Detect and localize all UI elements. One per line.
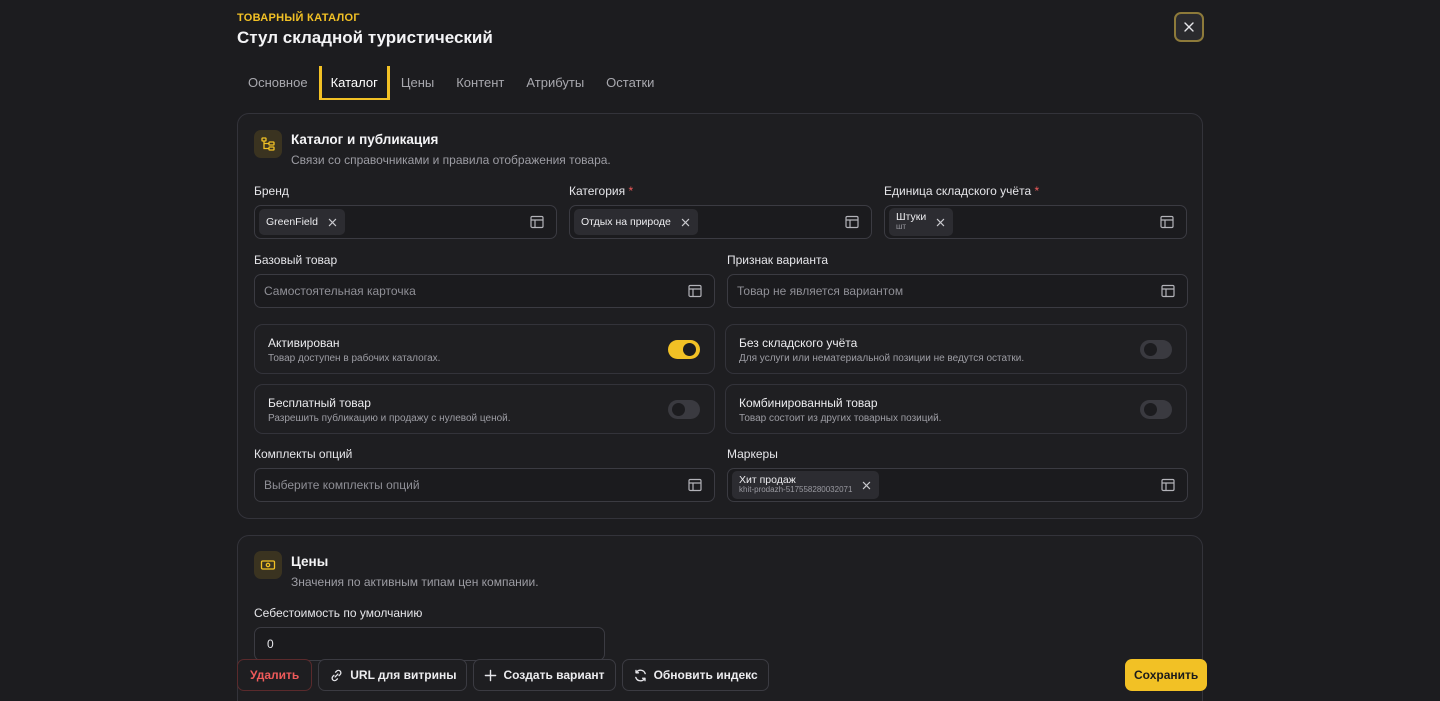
category-label: Категория * bbox=[569, 184, 634, 198]
toggle-title: Активирован bbox=[268, 336, 340, 350]
save-button[interactable]: Сохранить bbox=[1125, 659, 1208, 691]
remove-chip-icon[interactable] bbox=[681, 218, 690, 227]
lookup-table-icon[interactable] bbox=[845, 215, 859, 229]
unit-chip-code: шт bbox=[896, 222, 907, 232]
close-button[interactable] bbox=[1174, 12, 1204, 42]
category-chip: Отдых на природе bbox=[574, 209, 698, 235]
prices-card-subtitle: Значения по активным типам цен компании. bbox=[291, 575, 539, 589]
toggle-description: Товар доступен в рабочих каталогах. bbox=[268, 353, 441, 364]
close-icon bbox=[1184, 22, 1194, 32]
marker-chip-code: khit-prodazh-517558280032071 bbox=[739, 485, 853, 495]
plus-icon bbox=[485, 669, 497, 681]
lookup-table-icon[interactable] bbox=[1160, 215, 1174, 229]
cost-input[interactable]: 0 bbox=[254, 627, 605, 661]
no-stock-switch[interactable] bbox=[1140, 340, 1172, 359]
tab-content[interactable]: Контент bbox=[445, 66, 515, 100]
delete-label: Удалить bbox=[250, 668, 300, 682]
brand-chip: GreenField bbox=[259, 209, 345, 235]
toggle-title: Без складского учёта bbox=[739, 336, 858, 350]
prices-card-title: Цены bbox=[291, 554, 329, 569]
markers-field[interactable]: Хит продаж khit-prodazh-517558280032071 bbox=[727, 468, 1188, 502]
switch-knob bbox=[672, 403, 685, 416]
toggle-description: Товар состоит из других товарных позиций… bbox=[739, 413, 942, 424]
variant-flag-placeholder: Товар не является вариантом bbox=[737, 284, 904, 298]
create-variant-button[interactable]: Создать вариант bbox=[473, 659, 616, 691]
brand-label: Бренд bbox=[254, 184, 289, 198]
markers-label: Маркеры bbox=[727, 447, 778, 461]
toggle-description: Для услуги или нематериальной позиции не… bbox=[739, 353, 1025, 364]
variant-flag-field[interactable]: Товар не является вариантом bbox=[727, 274, 1188, 308]
remove-chip-icon[interactable] bbox=[936, 218, 945, 227]
reindex-label: Обновить индекс bbox=[653, 668, 758, 682]
lookup-table-icon[interactable] bbox=[1161, 478, 1175, 492]
toggle-card-free: Бесплатный товар Разрешить публикацию и … bbox=[254, 384, 715, 434]
toggle-card-combo: Комбинированный товар Товар состоит из д… bbox=[725, 384, 1187, 434]
brand-chip-label: GreenField bbox=[266, 216, 318, 228]
remove-chip-icon[interactable] bbox=[862, 481, 871, 490]
switch-knob bbox=[1144, 343, 1157, 356]
toggle-title: Бесплатный товар bbox=[268, 396, 371, 410]
banknote-icon bbox=[260, 560, 276, 570]
base-product-placeholder: Самостоятельная карточка bbox=[264, 284, 416, 298]
toggle-description: Разрешить публикацию и продажу с нулевой… bbox=[268, 413, 511, 424]
tab-bar: Основное Каталог Цены Контент Атрибуты О… bbox=[237, 66, 665, 100]
page-eyebrow: ТОВАРНЫЙ КАТАЛОГ bbox=[237, 12, 360, 24]
category-field[interactable]: Отдых на природе bbox=[569, 205, 872, 239]
unit-label: Единица складского учёта * bbox=[884, 184, 1040, 198]
tab-catalog[interactable]: Каталог bbox=[318, 66, 390, 100]
catalog-card-title: Каталог и публикация bbox=[291, 132, 439, 147]
marker-chip: Хит продаж khit-prodazh-517558280032071 bbox=[732, 471, 880, 499]
tab-main[interactable]: Основное bbox=[237, 66, 319, 100]
option-sets-field[interactable]: Выберите комплекты опций bbox=[254, 468, 715, 502]
free-switch[interactable] bbox=[668, 400, 700, 419]
remove-chip-icon[interactable] bbox=[328, 218, 337, 227]
tree-structure-icon bbox=[261, 137, 275, 151]
refresh-icon bbox=[634, 669, 646, 681]
toggle-card-no-stock: Без складского учёта Для услуги или нема… bbox=[725, 324, 1187, 374]
tab-prices[interactable]: Цены bbox=[390, 66, 445, 100]
save-label: Сохранить bbox=[1134, 668, 1199, 682]
delete-button[interactable]: Удалить bbox=[237, 659, 313, 691]
active-switch[interactable] bbox=[668, 340, 700, 359]
option-sets-label: Комплекты опций bbox=[254, 447, 353, 461]
prices-section-icon bbox=[254, 551, 282, 579]
reindex-button[interactable]: Обновить индекс bbox=[621, 659, 769, 691]
action-bar: Удалить URL для витрины Создать вариант … bbox=[237, 659, 769, 691]
lookup-table-icon[interactable] bbox=[530, 215, 544, 229]
catalog-section-icon bbox=[254, 130, 282, 158]
switch-knob bbox=[683, 343, 696, 356]
create-variant-label: Создать вариант bbox=[503, 668, 605, 682]
toggle-title: Комбинированный товар bbox=[739, 396, 878, 410]
page-title: Стул складной туристический bbox=[237, 28, 493, 47]
catalog-card: Каталог и публикация Связи со справочник… bbox=[237, 113, 1203, 519]
catalog-card-subtitle: Связи со справочниками и правила отображ… bbox=[291, 153, 611, 167]
toggle-card-active: Активирован Товар доступен в рабочих кат… bbox=[254, 324, 715, 374]
lookup-table-icon[interactable] bbox=[688, 478, 702, 492]
link-icon bbox=[331, 669, 342, 681]
category-chip-label: Отдых на природе bbox=[581, 216, 671, 228]
storefront-url-button[interactable]: URL для витрины bbox=[318, 659, 468, 691]
base-product-field[interactable]: Самостоятельная карточка bbox=[254, 274, 715, 308]
base-product-label: Базовый товар bbox=[254, 253, 338, 267]
option-sets-placeholder: Выберите комплекты опций bbox=[264, 478, 420, 492]
cost-label: Себестоимость по умолчанию bbox=[254, 606, 423, 620]
cost-value: 0 bbox=[267, 637, 274, 651]
brand-field[interactable]: GreenField bbox=[254, 205, 557, 239]
lookup-table-icon[interactable] bbox=[1161, 284, 1175, 298]
switch-knob bbox=[1144, 403, 1157, 416]
tab-attributes[interactable]: Атрибуты bbox=[515, 66, 595, 100]
tab-stock[interactable]: Остатки bbox=[595, 66, 665, 100]
lookup-table-icon[interactable] bbox=[688, 284, 702, 298]
variant-flag-label: Признак варианта bbox=[727, 253, 829, 267]
combo-switch[interactable] bbox=[1140, 400, 1172, 419]
unit-field[interactable]: Штуки шт bbox=[884, 205, 1187, 239]
unit-chip: Штуки шт bbox=[889, 208, 954, 236]
storefront-url-label: URL для витрины bbox=[350, 668, 457, 682]
